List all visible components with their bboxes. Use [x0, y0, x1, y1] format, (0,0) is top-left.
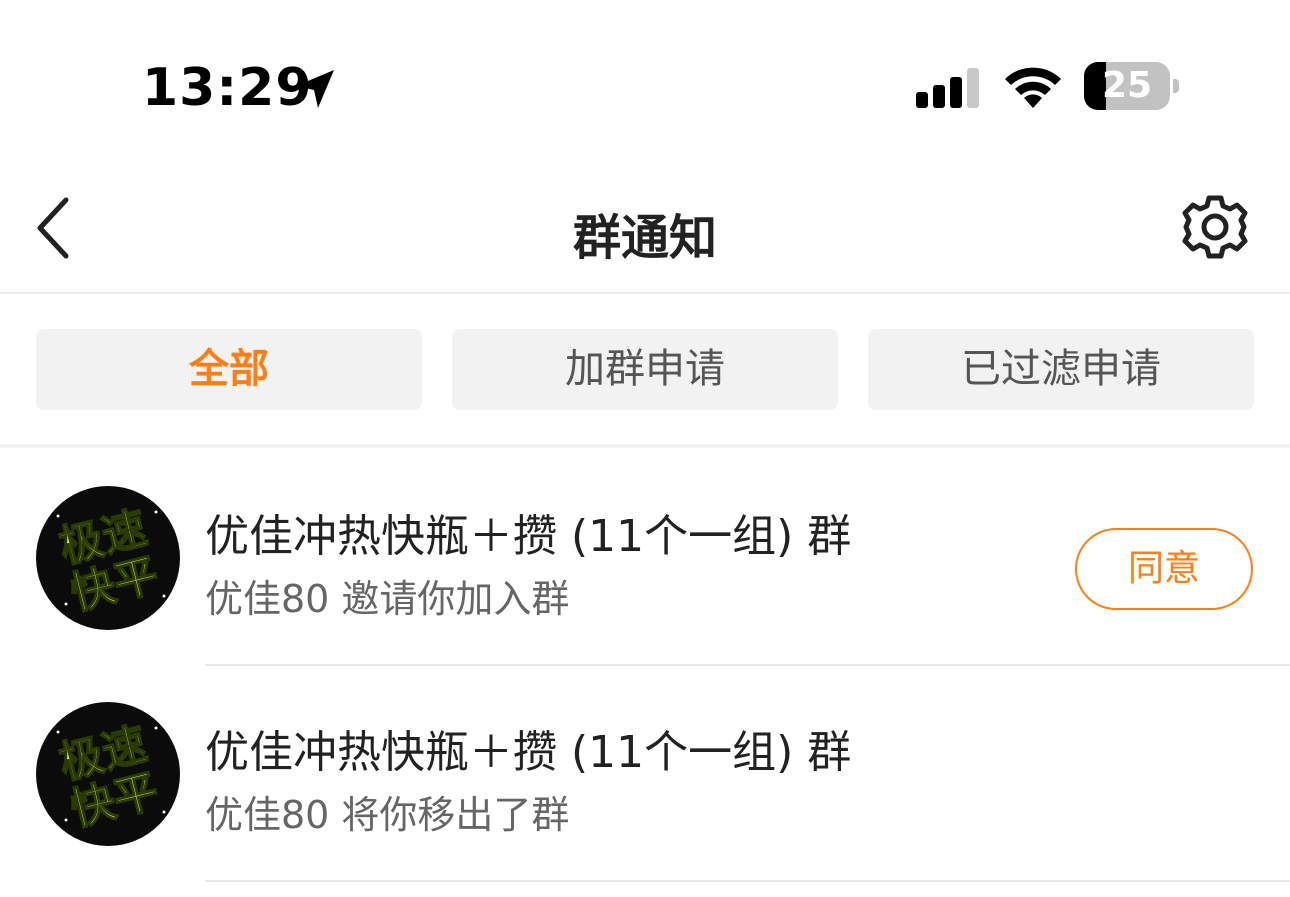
group-avatar-image: 极速 快平 [53, 718, 166, 837]
location-arrow-icon [296, 70, 334, 108]
filter-tabs: 全部 加群申请 已过滤申请 [0, 296, 1290, 448]
avatar[interactable]: 极速 快平 [36, 486, 180, 630]
notice-description: 优佳80 将你移出了群 [205, 793, 570, 837]
battery-body: 25 [1084, 62, 1170, 110]
page-title: 群通知 [572, 210, 717, 266]
list-item[interactable]: 极速 快平 优佳冲热快瓶＋攒 (11个一组) 群 优佳80 将你移出了群 [0, 666, 1290, 882]
list-item[interactable]: 极速 快平 优佳冲热快瓶＋攒 (11个一组) 群 优佳80 邀请你加入群 同意 [0, 450, 1290, 666]
agree-button[interactable]: 同意 [1075, 528, 1253, 610]
battery-level: 25 [1101, 65, 1153, 106]
tab-all[interactable]: 全部 [36, 329, 422, 410]
battery-cap [1173, 79, 1179, 93]
group-name: 优佳冲热快瓶＋攒 (11个一组) 群 [205, 511, 852, 562]
divider [205, 880, 1290, 882]
status-time: 13:29 [142, 58, 313, 118]
status-bar: 13:29 25 [0, 0, 1290, 170]
battery-icon: 25 [1084, 62, 1180, 110]
group-avatar-image: 极速 快平 [53, 502, 166, 621]
tab-filtered-requests[interactable]: 已过滤申请 [868, 329, 1254, 410]
nav-bar: 群通知 [0, 170, 1290, 294]
group-name: 优佳冲热快瓶＋攒 (11个一组) 群 [205, 727, 852, 778]
wifi-icon [1005, 67, 1061, 108]
tab-join-requests[interactable]: 加群申请 [452, 329, 838, 410]
gear-icon[interactable] [1180, 192, 1250, 262]
cellular-signal-icon [916, 68, 979, 108]
avatar[interactable]: 极速 快平 [36, 702, 180, 846]
notice-description: 优佳80 邀请你加入群 [205, 577, 570, 621]
